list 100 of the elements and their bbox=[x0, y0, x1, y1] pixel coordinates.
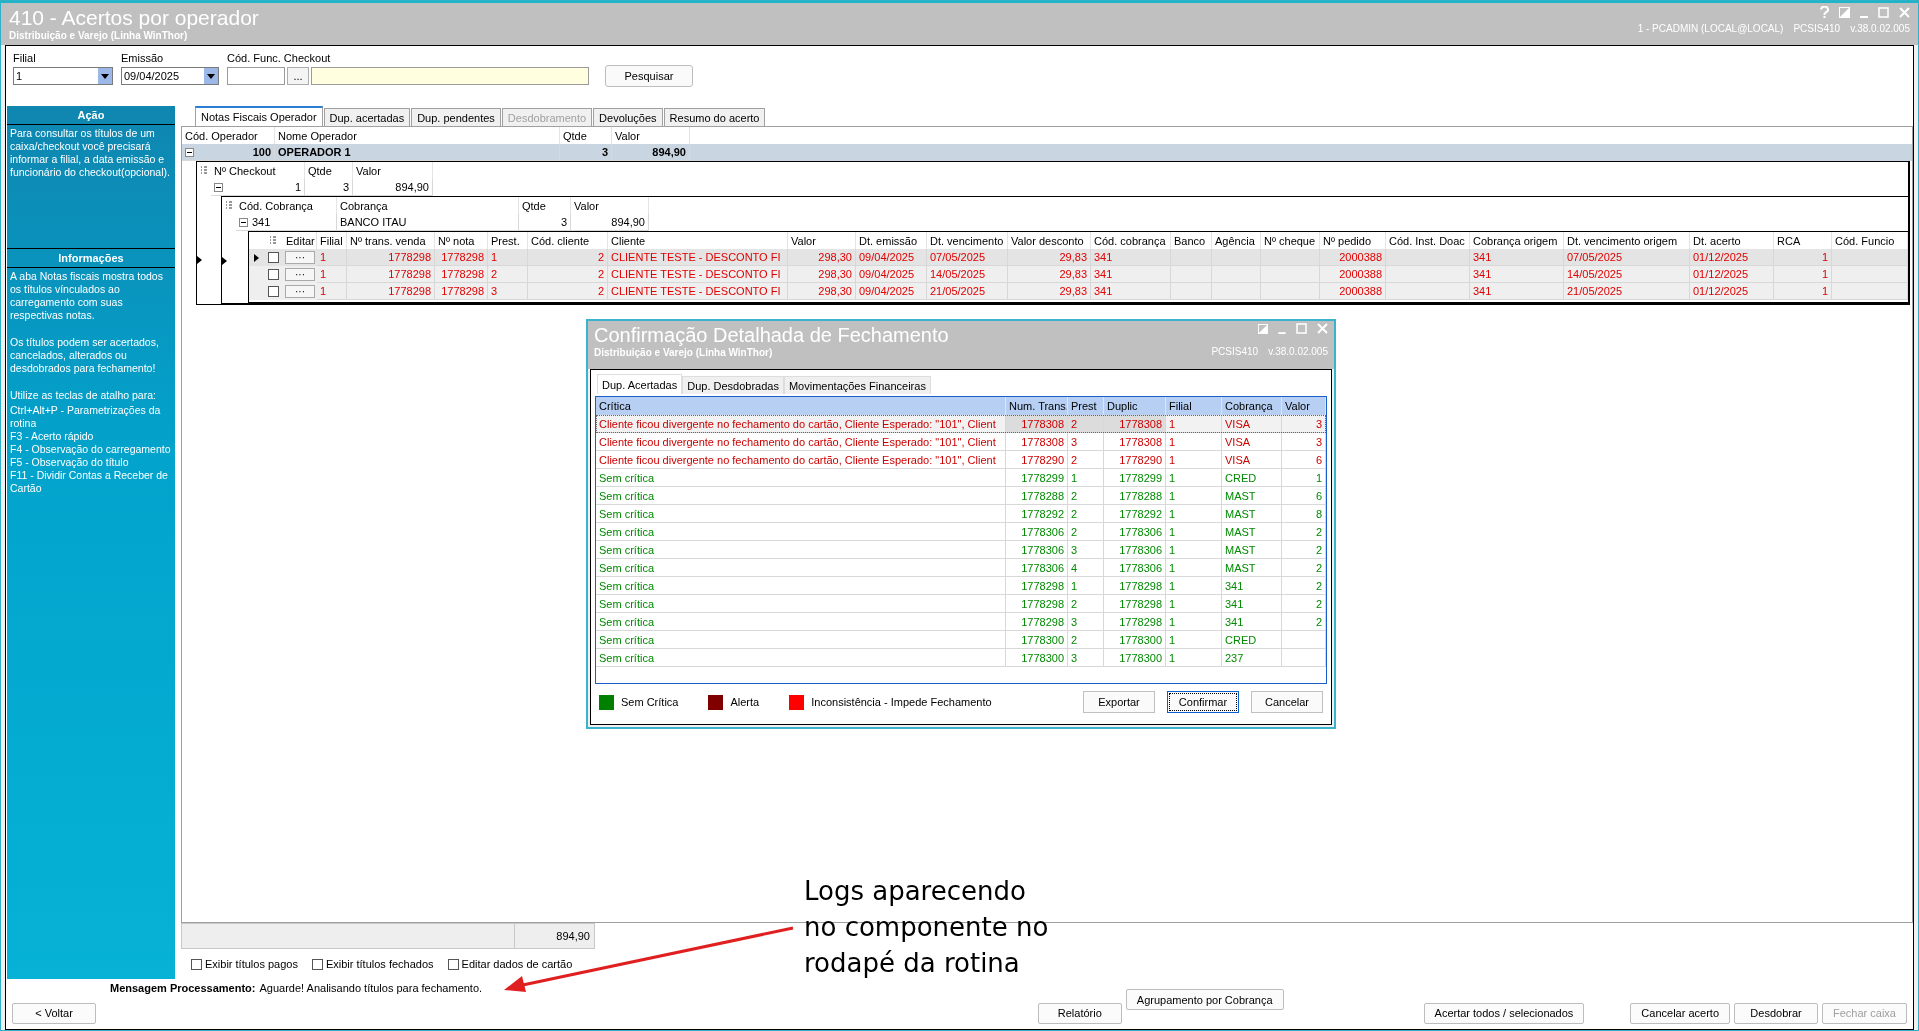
tab[interactable]: Devoluções bbox=[593, 108, 663, 126]
table-cell: 100 bbox=[182, 144, 275, 161]
table-cell: 21/05/2025 bbox=[1564, 283, 1690, 300]
restore-icon[interactable] bbox=[1839, 6, 1850, 18]
section-title: Informações bbox=[7, 249, 175, 268]
name-field[interactable] bbox=[311, 67, 589, 85]
close-icon[interactable] bbox=[1899, 6, 1910, 18]
tab[interactable]: Movimentações Financeiras bbox=[783, 376, 931, 394]
table-cell: 2 bbox=[1068, 415, 1104, 433]
program-code: PCSIS410 bbox=[1211, 346, 1259, 357]
version-label: v.38.0.02.005 bbox=[1268, 346, 1328, 357]
action-button[interactable]: Acertar todos / selecionados bbox=[1423, 1002, 1585, 1024]
help-icon[interactable] bbox=[1820, 6, 1829, 18]
tab[interactable]: Dup. Acertadas bbox=[597, 374, 683, 394]
maximize-icon[interactable] bbox=[1296, 323, 1307, 334]
table-cell: 1778298 bbox=[435, 283, 488, 300]
tab[interactable]: Notas Fiscais Operador bbox=[195, 106, 323, 126]
window-title: 410 - Acertos por operador bbox=[9, 6, 259, 30]
tab[interactable]: Dup. acertadas bbox=[323, 108, 411, 126]
table-cell: BANCO ITAU bbox=[337, 214, 519, 231]
table-cell: 1 bbox=[1166, 649, 1222, 667]
date-dropdown[interactable]: 09/04/2025 bbox=[121, 67, 219, 85]
shortcut-text: F11 - Dividir Contas a Receber de Cartão bbox=[9, 469, 169, 495]
table-cell: 1778308 bbox=[1104, 415, 1166, 433]
column-chooser-icon[interactable] bbox=[269, 236, 277, 245]
shortcut-text: F3 - Acerto rápido bbox=[9, 430, 95, 443]
search-button[interactable]: Pesquisar bbox=[605, 65, 693, 87]
table-cell bbox=[1261, 283, 1320, 300]
lookup-button[interactable]: ... bbox=[287, 67, 309, 85]
collapse-icon[interactable] bbox=[185, 147, 194, 157]
tab[interactable]: Resumo do acerto bbox=[663, 108, 766, 126]
column-chooser-icon[interactable] bbox=[225, 201, 233, 210]
table-cell: 09/04/2025 bbox=[856, 283, 927, 300]
edit-button[interactable]: ··· bbox=[285, 268, 315, 281]
table-cell bbox=[1282, 649, 1326, 667]
table-cell: 1 bbox=[211, 179, 305, 196]
back-button[interactable]: < Voltar bbox=[12, 1002, 96, 1024]
window-subtitle: Distribuição e Varejo (Linha WinThor) bbox=[9, 30, 189, 41]
restore-icon[interactable] bbox=[1258, 323, 1268, 334]
help-text: Os títulos podem ser acertados, cancelados, alterados ou desdobrados para fechamento! bbox=[9, 335, 160, 376]
dialog-button[interactable]: Cancelar bbox=[1251, 691, 1323, 713]
table-cell: 1 bbox=[317, 283, 347, 300]
checkbox[interactable] bbox=[267, 269, 279, 280]
table-cell: 341 bbox=[236, 214, 337, 231]
caret-icon bbox=[207, 73, 215, 79]
version-label: v.38.0.02.005 bbox=[1850, 23, 1910, 34]
checkbox-label: Exibir títulos pagos bbox=[205, 958, 298, 970]
dialog-button[interactable]: Exportar bbox=[1083, 691, 1155, 713]
dialog-subtitle: Distribuição e Varejo (Linha WinThor) bbox=[594, 347, 774, 358]
column-chooser-icon[interactable] bbox=[200, 166, 208, 175]
table-cell: 3 bbox=[305, 179, 353, 196]
table-cell: 2 bbox=[528, 283, 608, 300]
current-row-icon bbox=[253, 253, 259, 262]
table-cell: Sem crítica bbox=[596, 649, 1006, 667]
status-label: Mensagem Processamento: bbox=[110, 982, 256, 994]
legend-label: Inconsistência - Impede Fechamento bbox=[811, 696, 992, 708]
section-title: Ação bbox=[7, 106, 175, 125]
tab[interactable]: Dup. pendentes bbox=[411, 108, 501, 126]
action-button[interactable]: Desdobrar bbox=[1734, 1002, 1818, 1024]
action-button[interactable]: Agrupamento por Cobrança bbox=[1125, 989, 1284, 1010]
table-cell: 1778308 bbox=[1006, 415, 1068, 433]
field-label: Filial bbox=[13, 52, 37, 64]
collapse-icon[interactable] bbox=[239, 217, 248, 227]
dialog-button[interactable]: Confirmar bbox=[1167, 691, 1239, 713]
table-cell: 2000388 bbox=[1320, 283, 1386, 300]
table-cell: 3 bbox=[519, 214, 571, 231]
dialog-title: Confirmação Detalhada de Fechamento bbox=[594, 323, 949, 347]
shortcut-text: F5 - Observação do título bbox=[9, 456, 130, 469]
close-icon[interactable] bbox=[1317, 323, 1328, 334]
table-cell: OPERADOR 1 bbox=[275, 144, 560, 161]
checkbox-label: Exibir títulos fechados bbox=[325, 958, 434, 970]
branch-dropdown[interactable]: 1 bbox=[13, 67, 113, 85]
table-cell: 1778300 bbox=[1006, 649, 1068, 667]
shortcut-text: Ctrl+Alt+P - Parametrizações da rotina bbox=[9, 404, 162, 430]
annotation-text: Logs aparecendo no componente no rodapé da rotina bbox=[804, 875, 1050, 980]
help-text: Para consultar os títulos de um caixa/checkout você precisará informar a filial, a data emissão e funcionário do checkout(opcional). bbox=[9, 126, 171, 180]
action-button[interactable]: Cancelar acerto bbox=[1630, 1002, 1730, 1024]
tab[interactable]: Dup. Desdobradas bbox=[682, 376, 784, 394]
action-button[interactable]: Relatório bbox=[1037, 1002, 1122, 1024]
collapse-icon[interactable] bbox=[214, 182, 223, 192]
checkbox[interactable] bbox=[267, 252, 279, 263]
table-cell: 3 bbox=[560, 144, 612, 161]
table-cell: 01/12/2025 bbox=[1690, 283, 1774, 300]
field-label: Emissão bbox=[121, 52, 165, 64]
table-cell: 1 bbox=[1774, 283, 1832, 300]
edit-button[interactable]: ··· bbox=[285, 285, 315, 298]
field-label: Cód. Func. Checkout bbox=[227, 52, 332, 64]
table-cell: 237 bbox=[1222, 649, 1282, 667]
session-label: 1 - PCADMIN (LOCAL@LOCAL) bbox=[1637, 23, 1784, 34]
maximize-icon[interactable] bbox=[1878, 6, 1889, 18]
program-code: PCSIS410 bbox=[1793, 23, 1841, 34]
checkbox[interactable] bbox=[191, 958, 202, 970]
checkbox[interactable] bbox=[267, 286, 279, 297]
checkbox[interactable] bbox=[311, 958, 323, 970]
edit-button[interactable]: ··· bbox=[285, 251, 315, 264]
checkbox[interactable] bbox=[447, 958, 459, 970]
input-field[interactable] bbox=[227, 67, 285, 85]
action-button: Fechar caixa bbox=[1822, 1002, 1907, 1024]
table-cell: 894,90 bbox=[353, 179, 433, 196]
legend-label: Sem Crítica bbox=[621, 696, 679, 708]
